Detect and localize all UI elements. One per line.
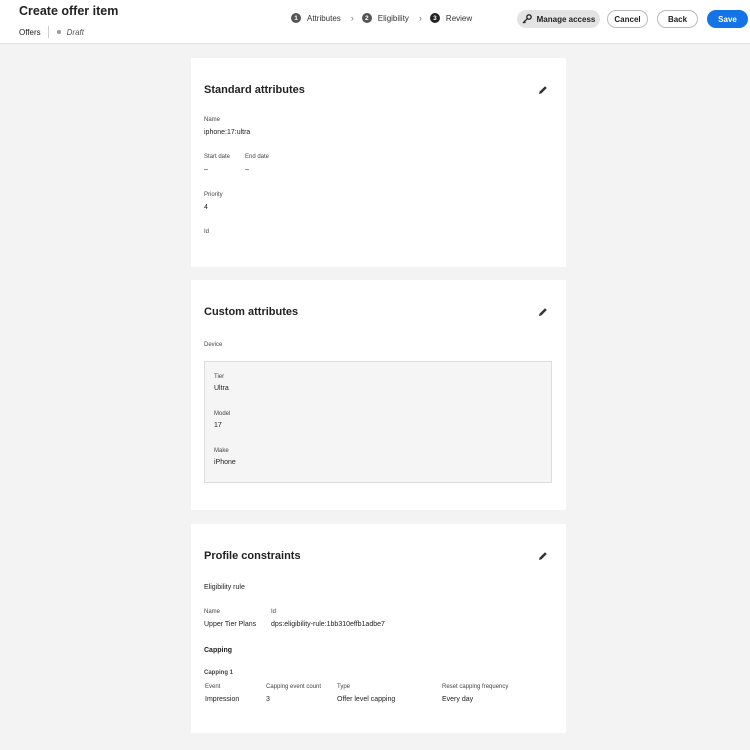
eligibility-rule-heading: Eligibility rule — [204, 584, 245, 591]
edit-pencil-icon[interactable] — [538, 551, 548, 561]
start-date-label: Start date — [204, 154, 231, 160]
priority-value: 4 — [204, 204, 208, 211]
key-icon — [522, 14, 532, 24]
save-button[interactable]: Save — [707, 10, 748, 28]
edit-pencil-icon[interactable] — [538, 307, 548, 317]
step-label: Attributes — [307, 13, 341, 23]
breadcrumb-divider — [47, 26, 49, 38]
card-title: Custom attributes — [204, 306, 299, 318]
breadcrumb-offers[interactable]: Offers — [19, 28, 41, 37]
model-label: Model — [214, 411, 231, 417]
make-label: Make — [214, 448, 229, 454]
priority-label: Priority — [204, 192, 223, 198]
edit-pencil-icon[interactable] — [538, 85, 548, 95]
col-reset-frequency: Reset capping frequency — [442, 684, 509, 690]
id-label: Id — [204, 229, 210, 235]
end-date-value: – — [245, 166, 249, 173]
tier-value: Ultra — [214, 385, 229, 392]
card-title: Standard attributes — [204, 84, 305, 96]
make-value: iPhone — [214, 459, 236, 466]
capping-heading: Capping — [204, 647, 232, 654]
breadcrumb: Offers Draft — [19, 26, 84, 38]
rule-name-value: Upper Tier Plans — [204, 621, 257, 628]
name-label: Name — [204, 117, 221, 123]
stepper: 1 Attributes › 2 Eligibility › 3 Review — [291, 13, 472, 23]
custom-attributes-card: Custom attributes Device Tier Ultra Mode… — [191, 280, 566, 510]
device-attributes-box: Tier Ultra Model 17 Make iPhone — [204, 361, 552, 483]
step-number: 1 — [291, 13, 301, 23]
start-date-value: – — [204, 166, 208, 173]
manage-access-button[interactable]: Manage access — [517, 10, 600, 28]
manage-access-label: Manage access — [536, 14, 596, 24]
back-button[interactable]: Back — [657, 10, 698, 28]
standard-attributes-card: Standard attributes Name iphone:17:ultra… — [191, 58, 566, 267]
chevron-right-icon: › — [418, 13, 422, 23]
step-number: 2 — [361, 13, 372, 23]
top-bar: Create offer item Offers Draft 1 Attribu… — [0, 0, 750, 44]
device-label: Device — [204, 342, 223, 348]
name-value: iphone:17:ultra — [204, 129, 251, 136]
tier-label: Tier — [214, 374, 225, 380]
cell-type: Offer level capping — [337, 696, 396, 703]
rule-id-value: dps:eligibility-rule:1bb310effb1adbe7 — [271, 621, 385, 628]
step-eligibility[interactable]: 2 Eligibility — [361, 13, 409, 23]
cancel-button[interactable]: Cancel — [607, 10, 648, 28]
rule-id-label: Id — [271, 609, 277, 615]
step-number: 3 — [429, 13, 440, 23]
page-title: Create offer item — [19, 4, 119, 18]
end-date-label: End date — [245, 154, 270, 160]
step-label: Review — [445, 13, 473, 23]
profile-constraints-card: Profile constraints Eligibility rule Nam… — [191, 524, 566, 733]
col-type: Type — [337, 684, 351, 690]
step-attributes[interactable]: 1 Attributes — [291, 13, 341, 23]
model-value: 17 — [214, 422, 222, 429]
rule-name-label: Name — [204, 609, 221, 615]
col-event: Event — [205, 684, 221, 690]
chevron-right-icon: › — [350, 13, 354, 23]
step-review[interactable]: 3 Review — [429, 13, 473, 23]
cell-capping-count: 3 — [266, 696, 270, 703]
cell-reset-frequency: Every day — [442, 696, 474, 703]
step-label: Eligibility — [377, 13, 409, 23]
status-label: Draft — [66, 27, 84, 37]
status-dot-icon — [56, 30, 61, 34]
col-capping-count: Capping event count — [266, 684, 322, 690]
capping-sub-heading: Capping 1 — [204, 670, 234, 676]
cell-event: Impression — [205, 696, 240, 703]
card-title: Profile constraints — [204, 550, 301, 562]
